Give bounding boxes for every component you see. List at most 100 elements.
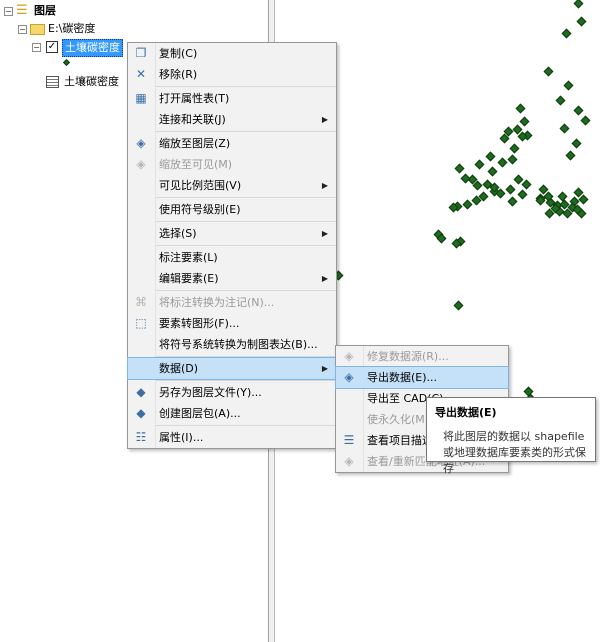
map-point: [487, 166, 498, 177]
menu-item-8[interactable]: 选择(S) ▶: [128, 223, 336, 244]
menu-item-label: 复制(C): [159, 47, 198, 60]
menu-item-3[interactable]: 连接和关联(J) ▶: [128, 109, 336, 130]
tooltip-title: 导出数据(E): [435, 406, 497, 419]
submenu-arrow-icon: ▶: [321, 181, 328, 190]
map-point: [576, 16, 587, 27]
menu-item-label: 缩放至图层(Z): [159, 137, 231, 150]
menu-separator: [156, 356, 336, 357]
tooltip-line-1: 将此图层的数据以 shapefile: [443, 430, 585, 443]
menu-item-6[interactable]: 可见比例范围(V) ▶: [128, 175, 336, 196]
menu-separator: [156, 290, 336, 291]
menu-item-label: 缩放至可见(M): [159, 158, 233, 171]
menu-item-2[interactable]: ▦ 打开属性表(T): [128, 88, 336, 109]
map-point: [462, 199, 473, 210]
menu-item-label: 连接和关联(J): [159, 113, 226, 126]
map-point: [495, 188, 506, 199]
menu-separator: [156, 245, 336, 246]
table-icon: [46, 76, 59, 88]
menu-item-4[interactable]: ◈ 缩放至图层(Z): [128, 133, 336, 154]
submenu-arrow-icon: ▶: [321, 274, 328, 283]
attribute-table-icon: ▦: [135, 91, 147, 105]
menu-item-16[interactable]: ◆ 创建图层包(A)...: [128, 403, 336, 424]
map-point: [555, 95, 566, 106]
menu-separator: [156, 380, 336, 381]
menu-item-label: 创建图层包(A)...: [159, 407, 241, 420]
map-point: [507, 154, 518, 165]
map-point: [578, 194, 589, 205]
menu-item-label: 可见比例范围(V): [159, 179, 242, 192]
menu-item-14[interactable]: 数据(D) ▶: [127, 357, 337, 380]
menu-item-label: 导出数据(E)...: [367, 371, 438, 384]
map-point: [509, 143, 520, 154]
menu-separator: [156, 197, 336, 198]
map-point: [571, 138, 582, 149]
layer-symbol-point-icon: [62, 58, 71, 67]
map-point: [521, 179, 532, 190]
menu-item-label: 使永久化(M): [367, 413, 430, 426]
copy-icon: ❐: [135, 46, 147, 60]
menu-item-5: ◈ 缩放至可见(M): [128, 154, 336, 175]
export-data-tooltip: 导出数据(E) 将此图层的数据以 shapefile 或地理数据库要素类的形式保…: [426, 397, 596, 475]
zoom-to-visible-icon: ◈: [136, 157, 146, 171]
menu-separator: [156, 131, 336, 132]
menu-item-0[interactable]: ❐ 复制(C): [128, 43, 336, 64]
menu-item-13[interactable]: 将符号系统转换为制图表达(B)...: [128, 334, 336, 355]
map-point: [454, 163, 465, 174]
map-point: [519, 116, 530, 127]
menu-item-10[interactable]: 编辑要素(E) ▶: [128, 268, 336, 289]
map-point: [515, 103, 526, 114]
layer-name-selected[interactable]: 土壤碳密度: [62, 39, 123, 57]
menu-item-17[interactable]: ☷ 属性(I)...: [128, 427, 336, 448]
map-point: [497, 157, 508, 168]
menu-separator: [156, 221, 336, 222]
map-point: [517, 189, 528, 200]
menu-item-label: 要素转图形(F)...: [159, 317, 240, 330]
folder-label[interactable]: E:\碳密度: [48, 21, 95, 37]
map-point: [453, 300, 464, 311]
menu-item-12[interactable]: ⬚ 要素转图形(F)...: [128, 313, 336, 334]
menu-item-label: 编辑要素(E): [159, 272, 219, 285]
map-point: [543, 66, 554, 77]
menu-item-label: 标注要素(L): [159, 251, 218, 264]
folder-icon: [30, 24, 45, 35]
table-label[interactable]: 土壤碳密度: [64, 74, 119, 90]
menu-item-label: 移除(R): [159, 68, 198, 81]
menu-item-label: 数据(D): [159, 362, 199, 375]
layer-visibility-checkbox[interactable]: ✓: [46, 41, 58, 53]
map-point: [565, 150, 576, 161]
submenu-arrow-icon: ▶: [321, 229, 328, 238]
collapse-toggle[interactable]: −: [18, 25, 27, 34]
convert-labels-icon: ⌘: [135, 295, 147, 309]
menu-item-label: 打开属性表(T): [159, 92, 230, 105]
properties-icon: ☷: [135, 430, 147, 444]
map-point: [505, 184, 516, 195]
menu-item-label: 使用符号级别(E): [159, 203, 241, 216]
item-description-icon: ☰: [343, 433, 355, 447]
remove-icon: ✕: [135, 67, 147, 81]
collapse-toggle[interactable]: −: [4, 7, 13, 16]
collapse-toggle[interactable]: −: [32, 43, 41, 52]
map-point: [474, 159, 485, 170]
tooltip-line-2: 或地理数据库要素类的形式保存: [443, 446, 586, 475]
map-point: [507, 196, 518, 207]
menu-item-1[interactable]: ◈ 导出数据(E)...: [335, 366, 509, 389]
menu-item-label: 另存为图层文件(Y)...: [159, 386, 262, 399]
map-point: [472, 180, 483, 191]
map-point: [573, 105, 584, 116]
menu-separator: [156, 86, 336, 87]
menu-item-15[interactable]: ◆ 另存为图层文件(Y)...: [128, 382, 336, 403]
map-point: [559, 123, 570, 134]
menu-item-9[interactable]: 标注要素(L): [128, 247, 336, 268]
submenu-arrow-icon: ▶: [321, 115, 328, 124]
layers-icon: ☰: [16, 3, 28, 18]
submenu-arrow-icon: ▶: [321, 364, 328, 373]
menu-item-0: ◈ 修复数据源(R)...: [336, 346, 508, 367]
menu-item-1[interactable]: ✕ 移除(R): [128, 64, 336, 85]
menu-item-7[interactable]: 使用符号级别(E): [128, 199, 336, 220]
export-data-icon: ◈: [344, 370, 354, 384]
map-point: [580, 115, 591, 126]
map-point: [573, 0, 584, 9]
menu-item-label: 将符号系统转换为制图表达(B)...: [159, 338, 318, 351]
menu-item-label: 将标注转换为注记(N)...: [159, 296, 275, 309]
layers-root-label[interactable]: 图层: [34, 3, 56, 19]
